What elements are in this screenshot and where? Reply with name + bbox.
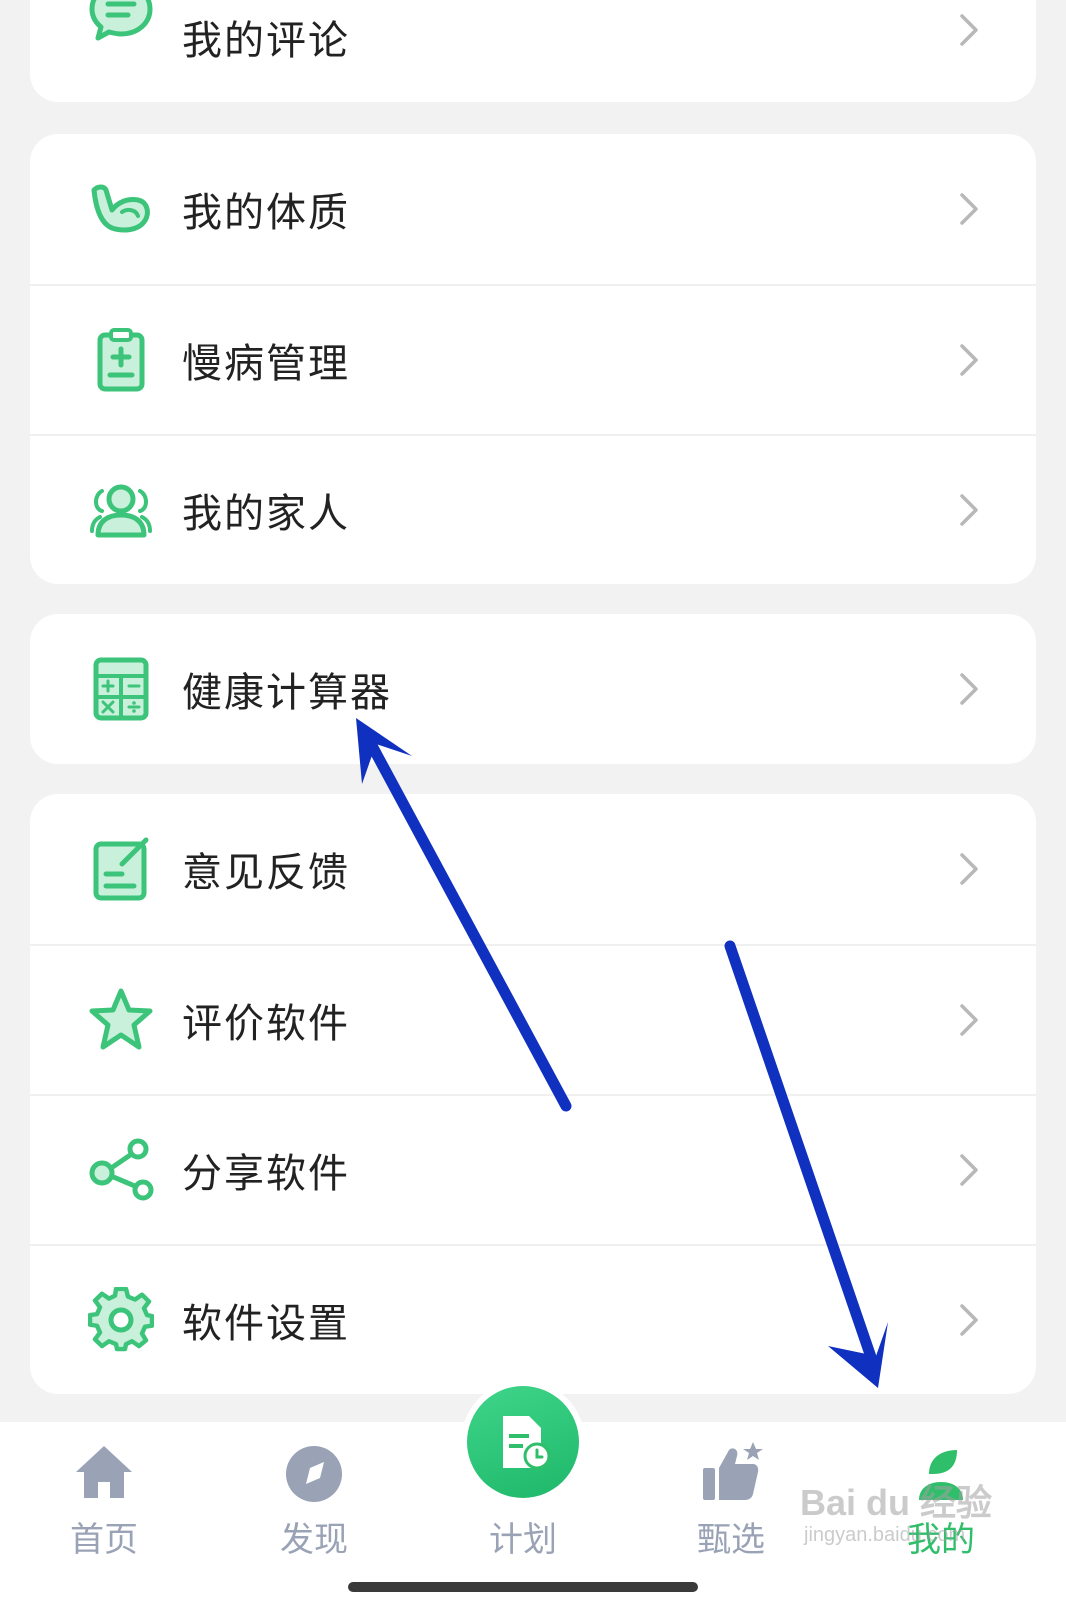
tab-label: 发现 — [280, 1520, 348, 1560]
tab-label: 甄选 — [697, 1520, 765, 1560]
medical-clipboard-icon — [88, 327, 154, 393]
menu-item-label: 我的评论 — [182, 18, 350, 64]
chevron-right-icon — [960, 14, 978, 46]
menu-item-label: 健康计算器 — [182, 670, 392, 716]
comment-icon — [88, 0, 154, 44]
tab-label: 首页 — [70, 1520, 138, 1560]
tab-discover[interactable]: 发现 — [234, 1422, 394, 1600]
tab-plan[interactable]: 计划 — [443, 1380, 603, 1600]
chevron-right-icon — [960, 193, 978, 225]
chevron-right-icon — [960, 1154, 978, 1186]
menu-item-label: 我的家人 — [182, 491, 350, 537]
menu-card-comments: 我的评论 — [30, 0, 1036, 102]
chevron-right-icon — [960, 673, 978, 705]
chevron-right-icon — [960, 494, 978, 526]
menu-card-health: 我的体质 慢病管理 我的家人 — [30, 134, 1036, 584]
menu-item-chronic-disease[interactable]: 慢病管理 — [30, 284, 1036, 434]
menu-item-share-app[interactable]: 分享软件 — [30, 1094, 1036, 1244]
gear-icon — [88, 1287, 154, 1353]
menu-item-label: 软件设置 — [182, 1301, 350, 1347]
menu-item-label: 评价软件 — [182, 1001, 350, 1047]
thumbs-up-icon — [703, 1442, 763, 1500]
calculator-icon — [88, 656, 154, 722]
menu-item-label: 分享软件 — [182, 1151, 350, 1197]
menu-item-feedback[interactable]: 意见反馈 — [30, 794, 1036, 944]
plan-button[interactable] — [467, 1386, 579, 1498]
menu-item-rate-app[interactable]: 评价软件 — [30, 944, 1036, 1094]
plan-document-icon — [503, 1416, 551, 1470]
chevron-right-icon — [960, 1004, 978, 1036]
menu-item-label: 我的体质 — [182, 190, 350, 236]
menu-card-calculator: 健康计算器 — [30, 614, 1036, 764]
menu-card-app: 意见反馈 评价软件 分享软件 软件设置 — [30, 794, 1036, 1394]
menu-item-my-comments[interactable]: 我的评论 — [30, 0, 1036, 102]
tab-selection[interactable]: 甄选 — [651, 1422, 811, 1600]
home-indicator — [348, 1582, 698, 1592]
family-icon — [88, 477, 154, 543]
baidu-jingyan-watermark: Bai du 经验 jingyan.baidu.com — [800, 1462, 1000, 1552]
home-icon — [76, 1446, 132, 1498]
muscle-arm-icon — [88, 176, 154, 242]
share-icon — [88, 1137, 154, 1203]
chevron-right-icon — [960, 344, 978, 376]
tab-home[interactable]: 首页 — [24, 1422, 184, 1600]
plan-bubble — [461, 1380, 585, 1504]
menu-item-settings[interactable]: 软件设置 — [30, 1244, 1036, 1394]
chevron-right-icon — [960, 1304, 978, 1336]
menu-item-my-family[interactable]: 我的家人 — [30, 434, 1036, 584]
watermark-url: jingyan.baidu.com — [804, 1524, 966, 1546]
menu-item-health-calculator[interactable]: 健康计算器 — [30, 614, 1036, 764]
menu-item-label: 慢病管理 — [182, 341, 350, 387]
watermark-brand: Bai du 经验 — [800, 1482, 993, 1523]
chevron-right-icon — [960, 853, 978, 885]
compass-icon — [286, 1446, 342, 1502]
menu-item-my-constitution[interactable]: 我的体质 — [30, 134, 1036, 284]
feedback-edit-icon — [88, 836, 154, 902]
star-icon — [88, 987, 154, 1053]
menu-item-label: 意见反馈 — [182, 850, 350, 896]
tab-label: 计划 — [489, 1520, 557, 1560]
